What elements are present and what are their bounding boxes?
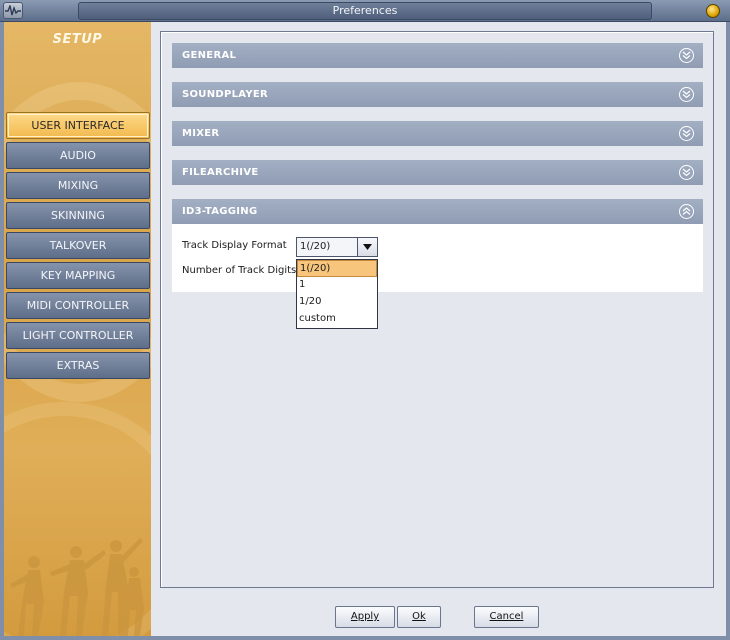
section-title: FILEARCHIVE — [182, 167, 259, 178]
track-display-format-options: 1(/20) 1 1/20 custom — [296, 259, 378, 329]
dropdown-arrow-icon[interactable] — [357, 238, 377, 256]
select-value: 1(/20) — [300, 241, 331, 252]
close-orb-icon[interactable] — [706, 4, 720, 18]
main-panel: GENERAL SOUNDPLAYER MIXER FILEARCHIVE ID — [151, 22, 726, 636]
track-display-format-label: Track Display Format — [182, 240, 287, 251]
sidebar-item-key-mapping[interactable]: KEY MAPPING — [6, 262, 150, 289]
sidebar-item-mixing[interactable]: MIXING — [6, 172, 150, 199]
track-display-format-select[interactable]: 1(/20) — [296, 237, 378, 257]
sidebar-item-extras[interactable]: EXTRAS — [6, 352, 150, 379]
window-title: Preferences — [78, 2, 652, 20]
id3-tagging-panel — [172, 224, 703, 292]
section-header-id3-tagging[interactable]: ID3-TAGGING — [172, 199, 703, 224]
sidebar-heading: SETUP — [52, 32, 103, 47]
expand-chevron-icon[interactable] — [679, 87, 694, 102]
sidebar-item-audio[interactable]: AUDIO — [6, 142, 150, 169]
section-header-soundplayer[interactable]: SOUNDPLAYER — [172, 82, 703, 107]
number-of-track-digits-label: Number of Track Digits — [182, 265, 297, 276]
sidebar-nav: USER INTERFACE AUDIO MIXING SKINNING TAL… — [6, 112, 150, 382]
option-1-of-20[interactable]: 1(/20) — [297, 260, 377, 277]
title-bar: Preferences — [0, 0, 730, 22]
section-title: SOUNDPLAYER — [182, 89, 269, 100]
sidebar-item-midi-controller[interactable]: MIDI CONTROLLER — [6, 292, 150, 319]
section-title: GENERAL — [182, 50, 237, 61]
sidebar-item-talkover[interactable]: TALKOVER — [6, 232, 150, 259]
section-header-general[interactable]: GENERAL — [172, 43, 703, 68]
apply-button[interactable]: Apply — [335, 606, 395, 628]
option-1-slash-20[interactable]: 1/20 — [297, 294, 377, 311]
option-1[interactable]: 1 — [297, 277, 377, 294]
sidebar: SETUP USER INTERFACE AUDIO MIXING SKINNI… — [4, 22, 151, 636]
expand-chevron-icon[interactable] — [679, 126, 694, 141]
expand-chevron-icon[interactable] — [679, 165, 694, 180]
section-title: ID3-TAGGING — [182, 206, 258, 217]
dancers-silhouette-image — [10, 538, 144, 636]
sidebar-item-skinning[interactable]: SKINNING — [6, 202, 150, 229]
sidebar-item-user-interface[interactable]: USER INTERFACE — [6, 112, 150, 139]
settings-content: GENERAL SOUNDPLAYER MIXER FILEARCHIVE ID — [160, 31, 714, 588]
section-header-filearchive[interactable]: FILEARCHIVE — [172, 160, 703, 185]
option-custom[interactable]: custom — [297, 311, 377, 328]
collapse-chevron-icon[interactable] — [679, 204, 694, 219]
section-title: MIXER — [182, 128, 220, 139]
sidebar-item-light-controller[interactable]: LIGHT CONTROLLER — [6, 322, 150, 349]
ok-button[interactable]: Ok — [397, 606, 441, 628]
section-header-mixer[interactable]: MIXER — [172, 121, 703, 146]
expand-chevron-icon[interactable] — [679, 48, 694, 63]
cancel-button[interactable]: Cancel — [474, 606, 539, 628]
waveform-icon[interactable] — [3, 2, 23, 19]
